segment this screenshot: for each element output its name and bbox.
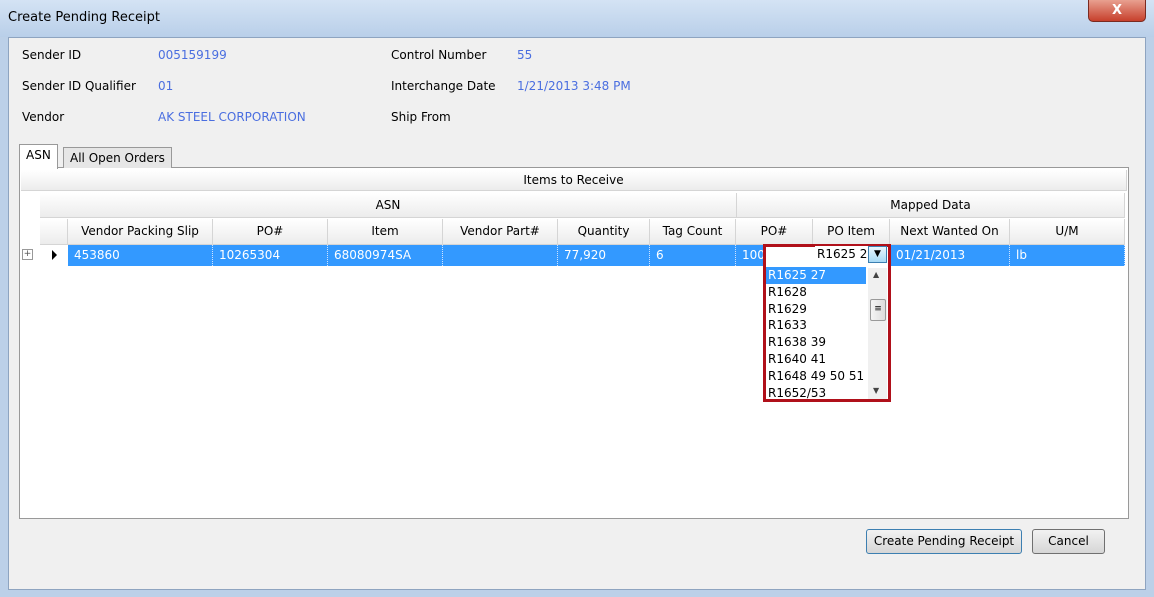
column-header-tag-count[interactable]: Tag Count [650,219,736,245]
cell-next-wanted-on[interactable]: 01/21/2013 [890,245,1010,266]
column-header-quantity[interactable]: Quantity [558,219,650,245]
cell-vendor-part[interactable] [443,245,558,266]
vendor-label: Vendor [22,110,65,124]
column-header-vendor-part[interactable]: Vendor Part# [443,219,558,245]
window-title: Create Pending Receipt [8,10,160,25]
group-header-mapped-data: Mapped Data [737,193,1125,218]
dropdown-option[interactable]: R1625 27 [766,267,866,284]
cell-item[interactable]: 68080974SA [328,245,443,266]
cell-unit-of-measure[interactable]: lb [1010,245,1125,266]
column-header-unit-of-measure[interactable]: U/M [1010,219,1125,245]
column-header-po-number[interactable]: PO# [213,219,328,245]
cell-po-number[interactable]: 10265304 [213,245,328,266]
grid-caption: Items to Receive [21,170,1127,191]
dropdown-option[interactable]: R1648 49 50 51 [766,368,866,385]
dropdown-option[interactable]: R1638 39 [766,334,866,351]
row-indicator-icon [52,250,57,260]
sender-id-value: 005159199 [158,48,227,62]
sender-id-qualifier-label: Sender ID Qualifier [22,79,136,93]
dropdown-option[interactable]: R1633 [766,317,866,334]
po-item-combo-value[interactable]: R1625 27 [815,246,868,263]
column-header-item[interactable]: Item [328,219,443,245]
title-bar [0,0,1154,37]
close-button[interactable]: X [1088,0,1146,22]
cancel-button[interactable]: Cancel [1032,529,1105,554]
cell-tag-count[interactable]: 6 [650,245,736,266]
create-pending-receipt-button[interactable]: Create Pending Receipt [866,529,1022,554]
dropdown-scrollbar[interactable] [868,268,887,399]
row-header-corner [40,219,68,245]
column-header-po-item[interactable]: PO Item [813,219,890,245]
column-header-mapped-po-number[interactable]: PO# [736,219,813,245]
dropdown-option[interactable]: R1628 [766,284,866,301]
tab-all-open-orders[interactable]: All Open Orders [63,147,172,168]
sender-id-label: Sender ID [22,48,82,62]
ship-from-label: Ship From [391,110,451,124]
column-header-next-wanted-on[interactable]: Next Wanted On [890,219,1010,245]
scroll-thumb[interactable]: ≡ [870,299,886,321]
dropdown-option[interactable]: R1629 [766,301,866,318]
expand-row-button[interactable]: + [22,249,33,260]
control-number-value: 55 [517,48,533,62]
control-number-label: Control Number [391,48,487,62]
tab-asn[interactable]: ASN [19,144,58,169]
cell-vendor-packing-slip[interactable]: 453860 [68,245,213,266]
vendor-value: AK STEEL CORPORATION [158,110,306,124]
dropdown-option[interactable]: R1652/53 [766,385,866,402]
scroll-down-icon[interactable]: ▼ [873,386,879,395]
cell-quantity[interactable]: 77,920 [558,245,650,266]
group-header-asn: ASN [40,193,737,218]
dropdown-option[interactable]: R1640 41 [766,351,866,368]
chevron-down-icon[interactable]: ▼ [868,246,887,263]
sender-id-qualifier-value: 01 [158,79,174,93]
column-header-vendor-packing-slip[interactable]: Vendor Packing Slip [68,219,213,245]
scroll-up-icon[interactable]: ▲ [873,270,879,279]
interchange-date-value: 1/21/2013 3:48 PM [517,79,631,93]
interchange-date-label: Interchange Date [391,79,496,93]
